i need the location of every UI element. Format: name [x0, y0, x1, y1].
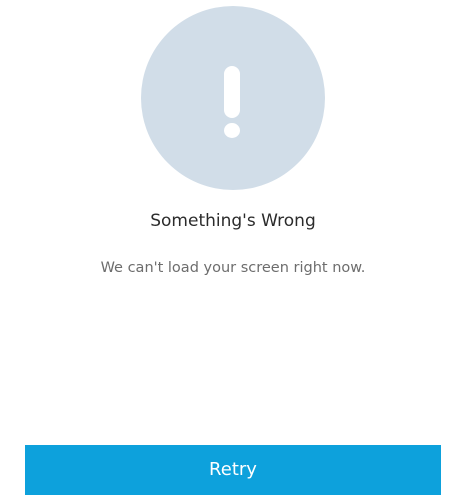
exclamation-dot	[224, 123, 240, 138]
error-screen: Something's Wrong We can't load your scr…	[0, 0, 466, 500]
exclamation-bar	[224, 66, 240, 118]
error-message: We can't load your screen right now.	[100, 260, 366, 276]
retry-button[interactable]: Retry	[25, 445, 441, 495]
error-title: Something's Wrong	[150, 211, 316, 231]
exclamation-icon	[141, 6, 325, 190]
